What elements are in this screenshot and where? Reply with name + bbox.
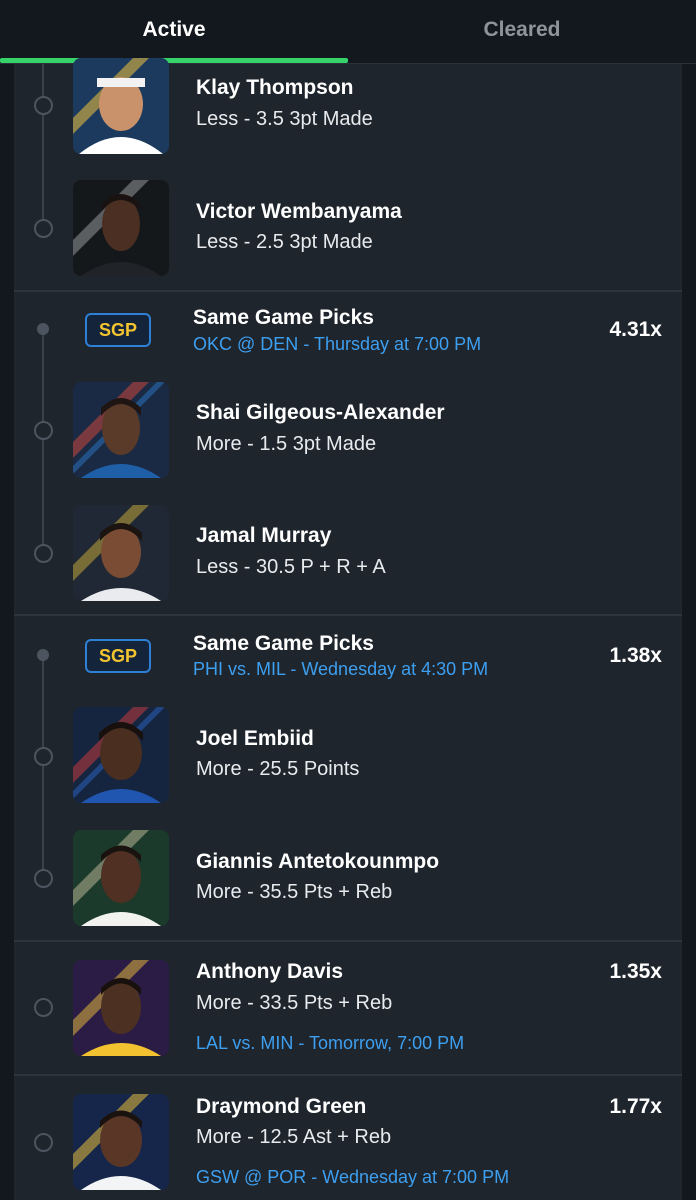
pick-line: More - 12.5 Ast + Reb <box>196 1126 392 1148</box>
player-name: Victor Wembanyama <box>196 200 402 223</box>
timeline-circle-icon <box>34 96 53 115</box>
game-info[interactable]: PHI vs. MIL - Wednesday at 4:30 PM <box>193 659 488 680</box>
tab-cleared[interactable]: Cleared <box>348 0 696 60</box>
player-name: Jamal Murray <box>196 524 332 547</box>
sgp-badge: SGP <box>85 313 151 347</box>
player-name: Joel Embiid <box>196 727 314 750</box>
timeline-dot-icon <box>37 323 49 335</box>
pick-line: More - 33.5 Pts + Reb <box>196 992 393 1014</box>
sgp-title: Same Game Picks <box>193 632 374 655</box>
game-time: - Wednesday at 7:00 PM <box>311 1167 510 1187</box>
player-name: Draymond Green <box>196 1095 367 1118</box>
player-avatar <box>73 830 169 926</box>
player-avatar <box>73 58 169 154</box>
pick-line: Less - 30.5 P + R + A <box>196 556 386 578</box>
timeline-circle-icon <box>34 747 53 766</box>
game-time: - Thursday at 7:00 PM <box>303 334 482 354</box>
player-avatar <box>73 382 169 478</box>
game-matchup: GSW @ POR <box>196 1167 307 1187</box>
payout-multiplier: 1.77x <box>609 1095 662 1118</box>
payout-multiplier: 1.38x <box>609 644 662 667</box>
timeline-line <box>42 654 44 879</box>
timeline-line <box>42 328 44 553</box>
player-avatar <box>73 1094 169 1190</box>
player-avatar <box>73 960 169 1056</box>
timeline-circle-icon <box>34 421 53 440</box>
player-name: Giannis Antetokounmpo <box>196 850 440 873</box>
timeline-circle-icon <box>34 219 53 238</box>
game-info[interactable]: GSW @ POR - Wednesday at 7:00 PM <box>196 1167 509 1188</box>
timeline-line <box>42 64 44 228</box>
game-matchup: OKC @ DEN <box>193 334 299 354</box>
timeline-dot-icon <box>37 649 49 661</box>
timeline-circle-icon <box>34 1133 53 1152</box>
pick-line: Less - 3.5 3pt Made <box>196 108 373 130</box>
game-time: - Tomorrow, 7:00 PM <box>298 1033 465 1053</box>
timeline-circle-icon <box>34 998 53 1017</box>
player-name: Shai Gilgeous-Alexander <box>196 401 445 424</box>
tab-bar: Active Cleared <box>0 0 696 64</box>
payout-multiplier: 1.35x <box>609 960 662 983</box>
timeline-circle-icon <box>34 869 53 888</box>
sgp-title: Same Game Picks <box>193 306 374 329</box>
pick-line: More - 1.5 3pt Made <box>196 433 377 455</box>
game-info[interactable]: OKC @ DEN - Thursday at 7:00 PM <box>193 334 481 355</box>
player-name: Klay Thompson <box>196 76 354 99</box>
pick-line: Less - 2.5 3pt Made <box>196 231 373 253</box>
tab-active[interactable]: Active <box>0 0 348 60</box>
game-matchup: PHI vs. MIL <box>193 659 286 679</box>
game-matchup: LAL vs. MIN <box>196 1033 294 1053</box>
payout-multiplier: 4.31x <box>609 318 662 341</box>
player-avatar <box>73 707 169 803</box>
player-avatar <box>73 180 169 276</box>
timeline-circle-icon <box>34 544 53 563</box>
player-name: Anthony Davis <box>196 960 344 983</box>
game-info[interactable]: LAL vs. MIN - Tomorrow, 7:00 PM <box>196 1033 464 1054</box>
game-time: - Wednesday at 4:30 PM <box>290 659 489 679</box>
player-avatar <box>73 505 169 601</box>
pick-line: More - 25.5 Points <box>196 758 360 780</box>
sgp-badge: SGP <box>85 639 151 673</box>
pick-line: More - 35.5 Pts + Reb <box>196 881 393 903</box>
